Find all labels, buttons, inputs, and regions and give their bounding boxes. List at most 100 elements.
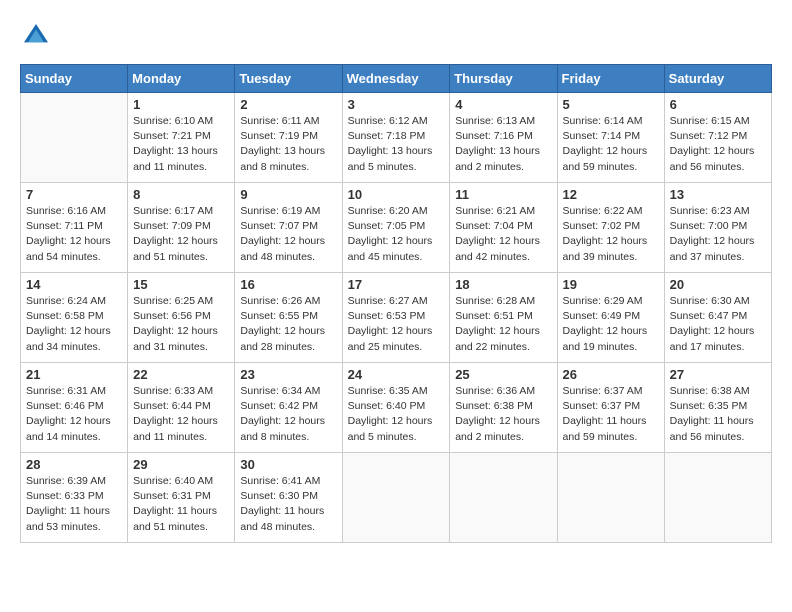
- day-info: Sunrise: 6:28 AMSunset: 6:51 PMDaylight:…: [455, 294, 551, 355]
- day-info: Sunrise: 6:31 AMSunset: 6:46 PMDaylight:…: [26, 384, 122, 445]
- weekday-header: Thursday: [450, 65, 557, 93]
- day-info: Sunrise: 6:27 AMSunset: 6:53 PMDaylight:…: [348, 294, 445, 355]
- day-info: Sunrise: 6:41 AMSunset: 6:30 PMDaylight:…: [240, 474, 336, 535]
- calendar-week-row: 21 Sunrise: 6:31 AMSunset: 6:46 PMDayligh…: [21, 363, 772, 453]
- weekday-header: Friday: [557, 65, 664, 93]
- weekday-header: Tuesday: [235, 65, 342, 93]
- calendar-cell: [664, 453, 771, 543]
- calendar-cell: [21, 93, 128, 183]
- day-number: 29: [133, 457, 229, 472]
- calendar-cell: 30 Sunrise: 6:41 AMSunset: 6:30 PMDayligh…: [235, 453, 342, 543]
- calendar-cell: 18Sunrise: 6:28 AMSunset: 6:51 PMDayligh…: [450, 273, 557, 363]
- day-number: 21: [26, 367, 122, 382]
- day-number: 8: [133, 187, 229, 202]
- day-number: 28: [26, 457, 122, 472]
- day-info: Sunrise: 6:25 AMSunset: 6:56 PMDaylight:…: [133, 294, 229, 355]
- logo-icon: [20, 20, 52, 52]
- day-number: 25: [455, 367, 551, 382]
- day-info: Sunrise: 6:26 AMSunset: 6:55 PMDaylight:…: [240, 294, 336, 355]
- calendar-cell: 28 Sunrise: 6:39 AMSunset: 6:33 PMDayligh…: [21, 453, 128, 543]
- day-info: Sunrise: 6:37 AMSunset: 6:37 PMDaylight:…: [563, 384, 659, 445]
- calendar-week-row: 14 Sunrise: 6:24 AMSunset: 6:58 PMDayligh…: [21, 273, 772, 363]
- calendar-cell: 24 Sunrise: 6:35 AMSunset: 6:40 PMDayligh…: [342, 363, 450, 453]
- day-number: 5: [563, 97, 659, 112]
- calendar-cell: 17 Sunrise: 6:27 AMSunset: 6:53 PMDayligh…: [342, 273, 450, 363]
- day-info: Sunrise: 6:13 AMSunset: 7:16 PMDaylight:…: [455, 114, 551, 175]
- day-number: 12: [563, 187, 659, 202]
- day-number: 3: [348, 97, 445, 112]
- day-info: Sunrise: 6:16 AMSunset: 7:11 PMDaylight:…: [26, 204, 122, 265]
- calendar-cell: 21 Sunrise: 6:31 AMSunset: 6:46 PMDayligh…: [21, 363, 128, 453]
- calendar-cell: 12 Sunrise: 6:22 AMSunset: 7:02 PMDayligh…: [557, 183, 664, 273]
- day-info: Sunrise: 6:14 AMSunset: 7:14 PMDaylight:…: [563, 114, 659, 175]
- day-number: 6: [670, 97, 766, 112]
- day-info: Sunrise: 6:39 AMSunset: 6:33 PMDaylight:…: [26, 474, 122, 535]
- day-number: 4: [455, 97, 551, 112]
- calendar-cell: 9 Sunrise: 6:19 AMSunset: 7:07 PMDaylight…: [235, 183, 342, 273]
- day-number: 9: [240, 187, 336, 202]
- day-number: 11: [455, 187, 551, 202]
- day-info: Sunrise: 6:12 AMSunset: 7:18 PMDaylight:…: [348, 114, 445, 175]
- calendar-cell: 7 Sunrise: 6:16 AMSunset: 7:11 PMDaylight…: [21, 183, 128, 273]
- calendar-cell: 5 Sunrise: 6:14 AMSunset: 7:14 PMDaylight…: [557, 93, 664, 183]
- day-number: 17: [348, 277, 445, 292]
- day-number: 23: [240, 367, 336, 382]
- day-info: Sunrise: 6:29 AMSunset: 6:49 PMDaylight:…: [563, 294, 659, 355]
- day-number: 26: [563, 367, 659, 382]
- calendar-cell: 16 Sunrise: 6:26 AMSunset: 6:55 PMDayligh…: [235, 273, 342, 363]
- day-info: Sunrise: 6:35 AMSunset: 6:40 PMDaylight:…: [348, 384, 445, 445]
- day-info: Sunrise: 6:21 AMSunset: 7:04 PMDaylight:…: [455, 204, 551, 265]
- calendar-cell: 3 Sunrise: 6:12 AMSunset: 7:18 PMDaylight…: [342, 93, 450, 183]
- day-number: 2: [240, 97, 336, 112]
- day-info: Sunrise: 6:17 AMSunset: 7:09 PMDaylight:…: [133, 204, 229, 265]
- day-number: 16: [240, 277, 336, 292]
- day-info: Sunrise: 6:15 AMSunset: 7:12 PMDaylight:…: [670, 114, 766, 175]
- calendar-cell: [450, 453, 557, 543]
- calendar-cell: 8 Sunrise: 6:17 AMSunset: 7:09 PMDaylight…: [128, 183, 235, 273]
- day-info: Sunrise: 6:11 AMSunset: 7:19 PMDaylight:…: [240, 114, 336, 175]
- calendar-week-row: 28 Sunrise: 6:39 AMSunset: 6:33 PMDayligh…: [21, 453, 772, 543]
- day-info: Sunrise: 6:22 AMSunset: 7:02 PMDaylight:…: [563, 204, 659, 265]
- calendar-cell: 15 Sunrise: 6:25 AMSunset: 6:56 PMDayligh…: [128, 273, 235, 363]
- calendar-cell: 25 Sunrise: 6:36 AMSunset: 6:38 PMDayligh…: [450, 363, 557, 453]
- day-number: 30: [240, 457, 336, 472]
- day-info: Sunrise: 6:36 AMSunset: 6:38 PMDaylight:…: [455, 384, 551, 445]
- day-info: Sunrise: 6:24 AMSunset: 6:58 PMDaylight:…: [26, 294, 122, 355]
- day-number: 24: [348, 367, 445, 382]
- page-header: [20, 20, 772, 52]
- calendar-cell: 19 Sunrise: 6:29 AMSunset: 6:49 PMDayligh…: [557, 273, 664, 363]
- calendar-cell: [557, 453, 664, 543]
- day-info: Sunrise: 6:23 AMSunset: 7:00 PMDaylight:…: [670, 204, 766, 265]
- day-number: 15: [133, 277, 229, 292]
- calendar-cell: 6 Sunrise: 6:15 AMSunset: 7:12 PMDaylight…: [664, 93, 771, 183]
- calendar-cell: 13Sunrise: 6:23 AMSunset: 7:00 PMDayligh…: [664, 183, 771, 273]
- calendar-cell: 22Sunrise: 6:33 AMSunset: 6:44 PMDayligh…: [128, 363, 235, 453]
- weekday-header: Sunday: [21, 65, 128, 93]
- calendar-cell: 27 Sunrise: 6:38 AMSunset: 6:35 PMDayligh…: [664, 363, 771, 453]
- calendar-cell: 29Sunrise: 6:40 AMSunset: 6:31 PMDayligh…: [128, 453, 235, 543]
- day-number: 14: [26, 277, 122, 292]
- calendar-cell: 20 Sunrise: 6:30 AMSunset: 6:47 PMDayligh…: [664, 273, 771, 363]
- day-info: Sunrise: 6:33 AMSunset: 6:44 PMDaylight:…: [133, 384, 229, 445]
- weekday-header: Wednesday: [342, 65, 450, 93]
- day-number: 1: [133, 97, 229, 112]
- day-number: 27: [670, 367, 766, 382]
- calendar-cell: 4 Sunrise: 6:13 AMSunset: 7:16 PMDaylight…: [450, 93, 557, 183]
- calendar-cell: 1 Sunrise: 6:10 AMSunset: 7:21 PMDaylight…: [128, 93, 235, 183]
- day-number: 10: [348, 187, 445, 202]
- day-number: 7: [26, 187, 122, 202]
- calendar-week-row: 7 Sunrise: 6:16 AMSunset: 7:11 PMDaylight…: [21, 183, 772, 273]
- calendar-header-row: SundayMondayTuesdayWednesdayThursdayFrid…: [21, 65, 772, 93]
- logo: [20, 20, 56, 52]
- day-info: Sunrise: 6:19 AMSunset: 7:07 PMDaylight:…: [240, 204, 336, 265]
- day-number: 19: [563, 277, 659, 292]
- day-info: Sunrise: 6:30 AMSunset: 6:47 PMDaylight:…: [670, 294, 766, 355]
- day-info: Sunrise: 6:10 AMSunset: 7:21 PMDaylight:…: [133, 114, 229, 175]
- calendar-week-row: 1 Sunrise: 6:10 AMSunset: 7:21 PMDaylight…: [21, 93, 772, 183]
- weekday-header: Saturday: [664, 65, 771, 93]
- calendar-table: SundayMondayTuesdayWednesdayThursdayFrid…: [20, 64, 772, 543]
- day-info: Sunrise: 6:38 AMSunset: 6:35 PMDaylight:…: [670, 384, 766, 445]
- calendar-cell: [342, 453, 450, 543]
- day-info: Sunrise: 6:34 AMSunset: 6:42 PMDaylight:…: [240, 384, 336, 445]
- day-number: 20: [670, 277, 766, 292]
